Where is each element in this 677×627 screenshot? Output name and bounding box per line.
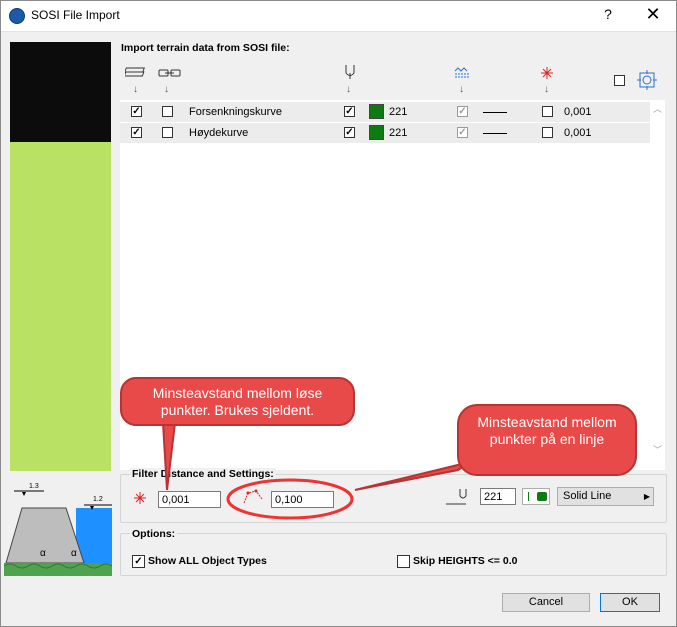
filter-value: 0,001 <box>564 127 592 139</box>
line-sample <box>483 112 507 113</box>
pen-checkbox[interactable]: ✓ <box>344 106 355 117</box>
filter-section-label: Filter Distance and Settings: <box>130 468 276 480</box>
pen-arrow-icon: ↓ <box>346 84 351 95</box>
pen-color-swatch[interactable] <box>369 104 384 119</box>
callout-point-distance: Minsteavstand mellom løse punkter. Bruke… <box>120 377 355 426</box>
app-icon <box>9 8 25 24</box>
chevron-right-icon: ▶ <box>643 492 650 501</box>
show-all-checkbox[interactable]: ✓ <box>132 555 145 568</box>
scroll-up-icon[interactable]: ︿ <box>653 102 662 115</box>
pen-number-input[interactable] <box>480 488 516 505</box>
point-distance-input[interactable] <box>158 491 221 508</box>
preview-header <box>10 42 111 142</box>
alpha-symbol: α <box>71 548 77 559</box>
help-button[interactable]: ? <box>600 6 616 22</box>
filter-arrow-icon: ↓ <box>544 84 549 95</box>
color-preview <box>10 142 111 471</box>
line-distance-input[interactable] <box>271 491 334 508</box>
pen-color-picker[interactable] <box>522 488 550 505</box>
settings-icon[interactable] <box>637 70 657 90</box>
filter-checkbox[interactable] <box>542 106 553 117</box>
link-checkbox[interactable] <box>162 127 173 138</box>
point-distance-icon <box>134 492 146 504</box>
skip-heights-checkbox[interactable] <box>397 555 410 568</box>
filter-checkbox[interactable] <box>542 127 553 138</box>
table-row[interactable]: ✓ Forsenkningskurve ✓ 221 ✓ 0,001 <box>120 102 650 122</box>
pen-checkbox[interactable]: ✓ <box>344 127 355 138</box>
pen-number: 221 <box>389 106 408 118</box>
alpha-symbol: α <box>40 548 46 559</box>
linetype-checkbox[interactable]: ✓ <box>457 127 468 138</box>
line-type-dropdown[interactable]: Solid Line ▶ <box>557 487 654 506</box>
filter-value: 0,001 <box>564 106 592 118</box>
layers-icon <box>125 67 145 77</box>
link-arrow-icon: ↓ <box>164 84 169 95</box>
import-checkbox[interactable]: ✓ <box>131 106 142 117</box>
cancel-button[interactable]: Cancel <box>502 593 590 612</box>
table-row[interactable]: ✓ Høydekurve ✓ 221 ✓ 0,001 <box>120 123 650 143</box>
import-arrow-icon: ↓ <box>133 84 138 95</box>
line-sample <box>483 133 507 134</box>
skip-heights-label: Skip HEIGHTS <= 0.0 <box>413 555 518 567</box>
options-section-label: Options: <box>130 528 178 540</box>
pen-color-swatch[interactable] <box>369 125 384 140</box>
line-distance-icon <box>243 489 263 504</box>
close-button[interactable]: ✕ <box>644 4 662 25</box>
diagram-label-right: 1.2 <box>93 496 103 503</box>
linetype-arrow-icon: ↓ <box>459 84 464 95</box>
pen-icon <box>345 65 355 79</box>
terrain-icon <box>454 67 469 78</box>
embankment-diagram <box>4 490 112 576</box>
pen-number: 221 <box>389 127 408 139</box>
layer-name: Høydekurve <box>189 127 249 139</box>
link-checkbox[interactable] <box>162 106 173 117</box>
ok-button[interactable]: OK <box>600 593 660 612</box>
point-filter-icon <box>541 67 553 79</box>
callout-line-distance: Minsteavstand mellom punkter på en linje <box>457 404 637 476</box>
import-checkbox[interactable]: ✓ <box>131 127 142 138</box>
select-all-checkbox[interactable] <box>614 75 625 86</box>
scroll-down-icon[interactable]: ﹀ <box>653 443 662 456</box>
line-type-value: Solid Line <box>563 490 612 502</box>
link-icon <box>158 69 181 77</box>
linetype-checkbox[interactable]: ✓ <box>457 106 468 117</box>
pen-icon <box>446 489 467 505</box>
diagram-label-left: 1.3 <box>29 483 39 490</box>
layer-name: Forsenkningskurve <box>189 106 282 118</box>
window-title: SOSI File Import <box>31 8 120 22</box>
import-section-label: Import terrain data from SOSI file: <box>121 42 290 54</box>
show-all-label: Show ALL Object Types <box>148 555 267 567</box>
